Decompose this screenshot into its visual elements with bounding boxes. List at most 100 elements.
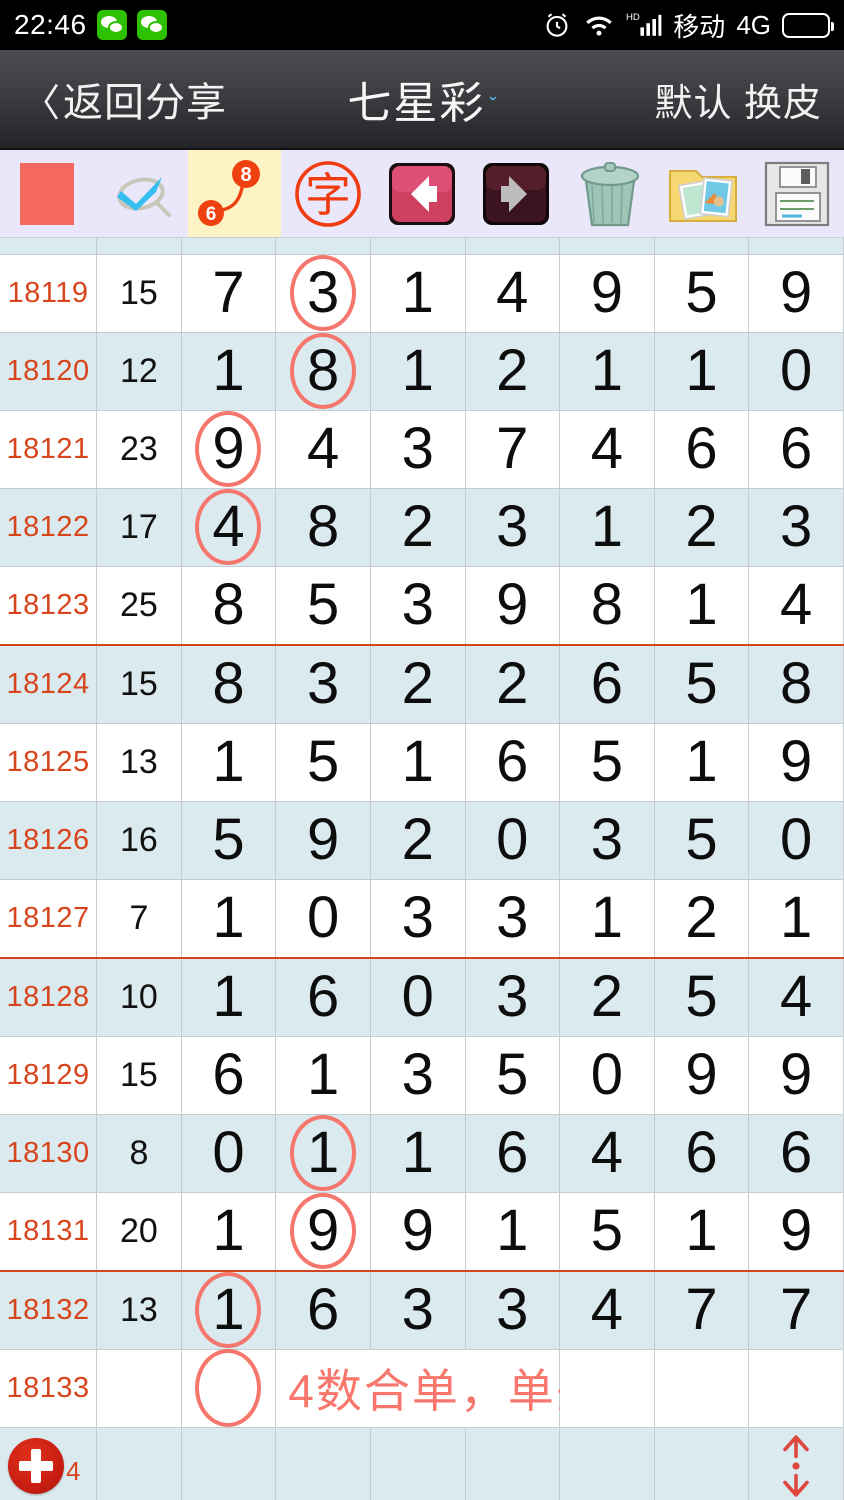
digit-cell[interactable]: 2	[465, 332, 561, 411]
trash-tool[interactable]	[563, 150, 657, 237]
table-row[interactable]: 18128 10 1 6 0 3 2 5 4	[0, 957, 844, 1037]
sum-value-cell[interactable]: 15	[96, 644, 182, 724]
digit-cell[interactable]: 4	[748, 566, 844, 646]
connect-numbers-tool[interactable]: 6 8	[187, 150, 282, 237]
digit-cell[interactable]: 3	[559, 801, 655, 880]
digit-cell[interactable]: 9	[748, 723, 844, 802]
digit-cell[interactable]: 0	[181, 1114, 277, 1193]
prediction-circle-cell[interactable]	[181, 1349, 277, 1428]
table-row[interactable]: 18119 15 7 3 1 4 9 5 9	[0, 254, 844, 333]
digit-cell[interactable]: 0	[559, 1036, 655, 1115]
empty-cell[interactable]	[559, 1349, 655, 1428]
digit-cell[interactable]: 3	[465, 957, 561, 1037]
digit-cell[interactable]: 2	[654, 879, 750, 959]
digit-cell[interactable]: 1	[275, 1114, 371, 1193]
table-row[interactable]: 18122 17 4 8 2 3 1 2 3	[0, 488, 844, 567]
digit-cell[interactable]: 1	[181, 723, 277, 802]
digit-cell[interactable]: 6	[275, 957, 371, 1037]
table-row[interactable]: 18127 7 1 0 3 3 1 2 1	[0, 879, 844, 959]
check-mark-tool[interactable]	[94, 150, 188, 237]
digit-cell[interactable]: 3	[465, 488, 561, 567]
issue-number-cell[interactable]: 18131	[0, 1192, 98, 1272]
digit-cell[interactable]: 1	[275, 1036, 371, 1115]
digit-cell[interactable]: 4	[559, 1270, 655, 1350]
text-stamp-tool[interactable]: 字	[281, 150, 375, 237]
digit-cell[interactable]: 6	[654, 410, 750, 489]
digit-cell[interactable]: 2	[465, 644, 561, 724]
digit-cell[interactable]: 5	[275, 566, 371, 646]
digit-cell[interactable]: 8	[181, 566, 277, 646]
sum-value-cell[interactable]: 7	[96, 879, 182, 959]
digit-cell[interactable]: 1	[559, 879, 655, 959]
digit-cell[interactable]: 3	[370, 1036, 466, 1115]
digit-cell[interactable]: 3	[275, 254, 371, 333]
digit-cell[interactable]: 6	[465, 1114, 561, 1193]
digit-cell[interactable]: 1	[181, 879, 277, 959]
digit-cell[interactable]: 1	[181, 957, 277, 1037]
digit-cell[interactable]: 6	[465, 723, 561, 802]
digit-cell[interactable]: 1	[181, 1270, 277, 1350]
digit-cell[interactable]: 4	[465, 254, 561, 333]
save-tool[interactable]	[750, 150, 844, 237]
digit-cell[interactable]: 3	[465, 1270, 561, 1350]
table-row[interactable]: 18125 13 1 5 1 6 5 1 9	[0, 723, 844, 802]
digit-cell[interactable]: 1	[370, 723, 466, 802]
digit-cell[interactable]: 6	[559, 644, 655, 724]
digit-cell[interactable]: 1	[559, 332, 655, 411]
digit-cell[interactable]: 7	[748, 1270, 844, 1350]
digit-cell[interactable]: 5	[275, 723, 371, 802]
digit-cell[interactable]: 1	[370, 254, 466, 333]
sum-value-cell[interactable]: 13	[96, 723, 182, 802]
photos-tool[interactable]	[656, 150, 750, 237]
digit-cell[interactable]: 0	[748, 332, 844, 411]
digit-cell[interactable]: 9	[181, 410, 277, 489]
forward-arrow-tool[interactable]	[469, 150, 563, 237]
digit-cell[interactable]: 1	[370, 332, 466, 411]
sum-value-cell[interactable]: 23	[96, 410, 182, 489]
digit-cell[interactable]: 9	[275, 801, 371, 880]
issue-number-cell[interactable]: 18130	[0, 1114, 98, 1193]
digit-cell[interactable]: 9	[748, 254, 844, 333]
empty-cell[interactable]	[748, 1349, 844, 1428]
digit-cell[interactable]: 6	[748, 1114, 844, 1193]
digit-cell[interactable]: 9	[748, 1192, 844, 1272]
digit-cell[interactable]: 9	[465, 566, 561, 646]
sum-value-cell[interactable]: 17	[96, 488, 182, 567]
issue-number-cell[interactable]: 18133	[0, 1349, 98, 1428]
digit-cell[interactable]: 3	[370, 566, 466, 646]
digit-cell[interactable]: 0	[275, 879, 371, 959]
digit-cell[interactable]: 5	[559, 1192, 655, 1272]
lottery-history-table-wrap[interactable]: 18119 15 7 3 1 4 9 5 9 18120 12 1 8 1 2 1 1 0 18121 23 9 4 3 7 4…	[0, 238, 844, 1500]
sum-value-cell[interactable]: 16	[96, 801, 182, 880]
digit-cell[interactable]: 3	[465, 879, 561, 959]
digit-cell[interactable]: 6	[275, 1270, 371, 1350]
digit-cell[interactable]: 1	[654, 1192, 750, 1272]
digit-cell[interactable]: 3	[748, 488, 844, 567]
add-row-cell[interactable]: 4	[0, 1427, 98, 1500]
digit-cell[interactable]: 2	[370, 488, 466, 567]
digit-cell[interactable]: 1	[748, 879, 844, 959]
issue-number-cell[interactable]: 18124	[0, 644, 98, 724]
sum-value-cell[interactable]: 25	[96, 566, 182, 646]
digit-cell[interactable]: 6	[748, 410, 844, 489]
digit-cell[interactable]: 0	[748, 801, 844, 880]
digit-cell[interactable]: 0	[465, 801, 561, 880]
issue-number-cell[interactable]: 18128	[0, 957, 98, 1037]
digit-cell[interactable]: 1	[654, 566, 750, 646]
digit-cell[interactable]: 4	[181, 488, 277, 567]
digit-cell[interactable]: 8	[275, 488, 371, 567]
digit-cell[interactable]: 5	[654, 644, 750, 724]
issue-number-cell[interactable]: 18129	[0, 1036, 98, 1115]
digit-cell[interactable]: 3	[370, 879, 466, 959]
digit-cell[interactable]: 5	[654, 254, 750, 333]
table-row[interactable]: 18121 23 9 4 3 7 4 6 6	[0, 410, 844, 489]
sum-value-cell[interactable]: 12	[96, 332, 182, 411]
digit-cell[interactable]: 1	[181, 332, 277, 411]
change-skin-button[interactable]: 默认 换皮	[654, 72, 822, 127]
digit-cell[interactable]: 4	[748, 957, 844, 1037]
digit-cell[interactable]: 1	[181, 1192, 277, 1272]
digit-cell[interactable]: 3	[370, 410, 466, 489]
sum-value-cell[interactable]: 10	[96, 957, 182, 1037]
digit-cell[interactable]: 9	[370, 1192, 466, 1272]
issue-number-cell[interactable]: 18126	[0, 801, 98, 880]
